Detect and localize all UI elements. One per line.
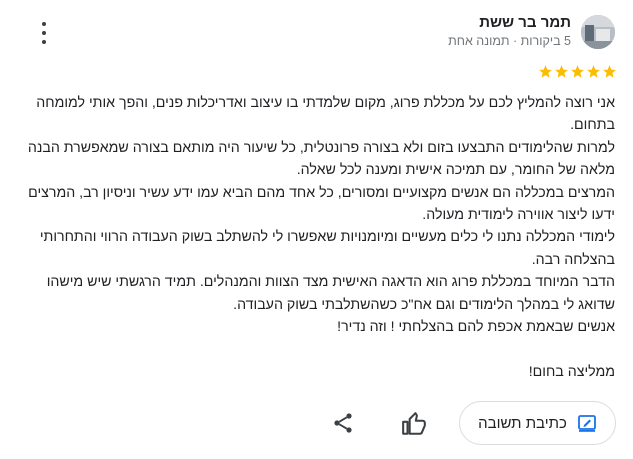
review-paragraph: אנשים שבאמת אכפת להם בהצלחתי ! וזה נדיר! xyxy=(337,319,615,336)
reviewer-avatar[interactable] xyxy=(581,15,615,49)
review-paragraph: המרצים במכללה הם אנשים מקצועיים ומסורים,… xyxy=(28,184,615,224)
reviewer-name[interactable]: תמר בר ששת xyxy=(448,14,571,32)
review-text: אני רוצה להמליץ לכם על מכללת פרוג, מקום … xyxy=(15,92,615,383)
star-rating xyxy=(538,64,617,79)
review-card: תמר בר ששת 5 ביקורות · תמונה אחת אני רוצ… xyxy=(0,0,633,459)
write-reply-button[interactable]: כתיבת תשובה xyxy=(459,401,616,445)
star-icon xyxy=(571,65,584,78)
review-paragraph: אני רוצה להמליץ לכם על מכללת פרוג, מקום … xyxy=(36,95,615,134)
review-paragraph: ממליצה בחום! xyxy=(528,363,615,380)
more-vert-icon[interactable] xyxy=(38,20,50,46)
review-paragraph: לימודי המכללה נתנו לי כלים מעשיים ומיומנ… xyxy=(39,229,615,268)
star-icon xyxy=(587,65,600,78)
review-actions: כתיבת תשובה xyxy=(0,401,633,445)
star-icon xyxy=(539,65,552,78)
reviewer-header: תמר בר ששת 5 ביקורות · תמונה אחת xyxy=(448,14,615,50)
star-icon xyxy=(555,65,568,78)
share-icon[interactable] xyxy=(331,411,355,435)
review-paragraph: הדבר המיוחד במכללת פרוג הוא הדאגה האישית… xyxy=(46,274,615,313)
review-paragraph: למרות שהלימודים התבצעו בזום ולא בצורה פר… xyxy=(27,139,615,179)
star-icon xyxy=(603,65,616,78)
avatar-photo xyxy=(581,15,615,49)
thumbs-up-icon[interactable] xyxy=(401,411,427,437)
reviewer-meta: 5 ביקורות · תמונה אחת xyxy=(448,34,571,48)
reviewer-info: תמר בר ששת 5 ביקורות · תמונה אחת xyxy=(448,14,571,50)
write-reply-label: כתיבת תשובה xyxy=(478,414,567,432)
edit-reply-icon xyxy=(577,415,596,432)
